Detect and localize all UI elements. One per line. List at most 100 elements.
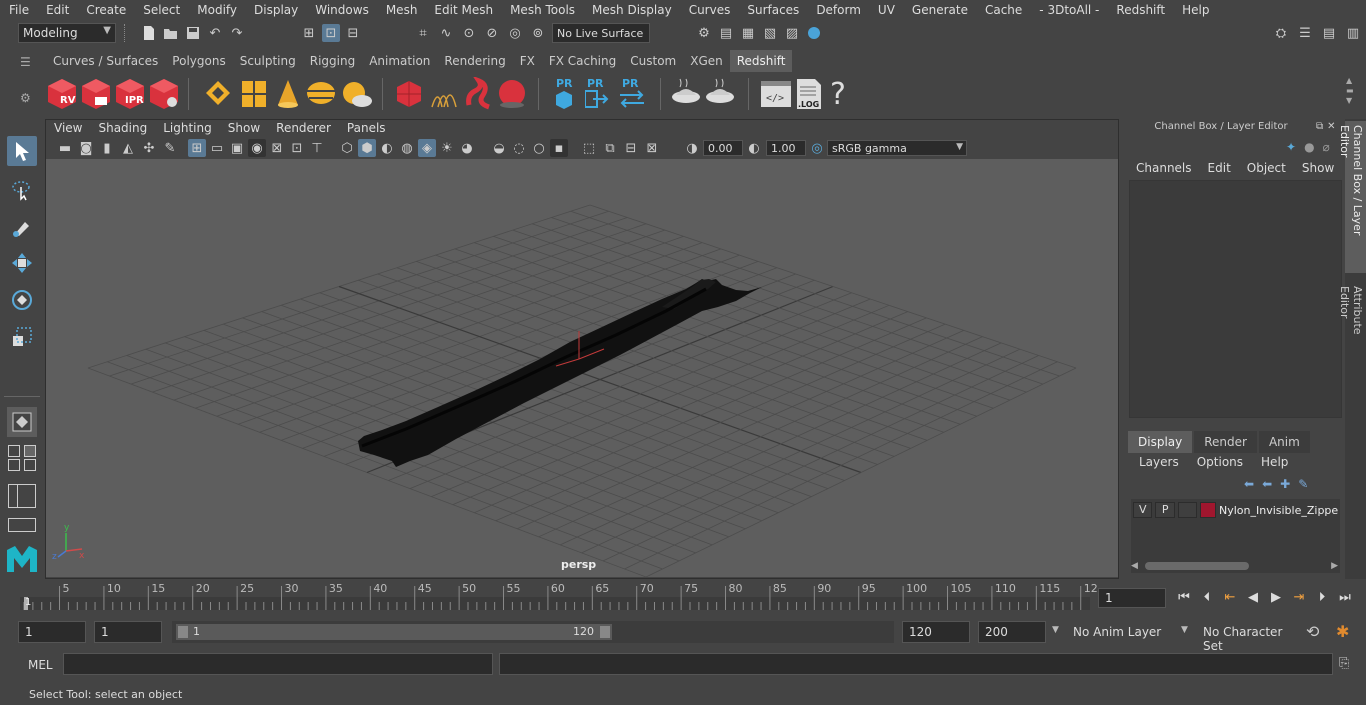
live-surface-field[interactable]: No Live Surface: [552, 23, 650, 43]
snap-curve-icon[interactable]: ∿: [437, 24, 455, 42]
open-scene-icon[interactable]: [162, 24, 180, 42]
exposure-field[interactable]: 0.00: [703, 140, 743, 156]
animation-start-field[interactable]: 1: [18, 621, 86, 643]
step-back-frame-icon[interactable]: ⏴: [1198, 589, 1216, 605]
chevron-down-icon[interactable]: ▼: [1052, 625, 1059, 635]
menu-edit-mesh[interactable]: Edit Mesh: [425, 3, 501, 17]
auto-key-icon[interactable]: ⟲: [1306, 622, 1319, 641]
snap-surface-icon[interactable]: ◎: [506, 24, 524, 42]
command-language-label[interactable]: MEL: [28, 658, 53, 672]
wireframe-icon[interactable]: ⬡: [338, 139, 356, 157]
tab-curves-surfaces[interactable]: Curves / Surfaces: [46, 50, 165, 72]
use-all-lights-icon[interactable]: ◈: [418, 139, 436, 157]
graph-layout-icon[interactable]: [8, 518, 36, 532]
redshift-render-settings-icon[interactable]: [148, 77, 180, 111]
manipulator-icon[interactable]: ✦: [1286, 140, 1296, 154]
scroll-right-icon[interactable]: ▶: [1331, 561, 1338, 571]
menu-cache[interactable]: Cache: [976, 3, 1030, 17]
redshift-script-icon[interactable]: </>: [760, 77, 792, 111]
play-backwards-icon[interactable]: ◀: [1244, 589, 1262, 605]
range-end-handle[interactable]: [600, 626, 610, 638]
field-chart-icon[interactable]: ⊠: [268, 139, 286, 157]
cb-menu-object[interactable]: Object: [1239, 161, 1294, 175]
grid-icon[interactable]: ⊞: [188, 139, 206, 157]
filter-icon[interactable]: ⌀: [1323, 140, 1330, 154]
step-forward-frame-icon[interactable]: ⏵: [1313, 589, 1331, 605]
play-forwards-icon[interactable]: ▶: [1267, 589, 1285, 605]
outliner-layout-icon[interactable]: [8, 484, 36, 508]
two-d-pan-icon[interactable]: ✣: [140, 139, 158, 157]
layer-menu-options[interactable]: Options: [1188, 455, 1252, 469]
xray-joints-icon[interactable]: ⧉: [601, 139, 619, 157]
make-live-icon[interactable]: ⊚: [529, 24, 547, 42]
depth-of-field-icon[interactable]: ○: [530, 139, 548, 157]
cb-menu-show[interactable]: Show: [1294, 161, 1342, 175]
redshift-pr-export-icon[interactable]: PR: [583, 77, 615, 111]
menu-mesh-display[interactable]: Mesh Display: [583, 3, 680, 17]
anti-aliasing-icon[interactable]: ◌: [510, 139, 528, 157]
move-tool-icon[interactable]: [7, 248, 37, 278]
shelf-menu-icon[interactable]: ☰: [20, 55, 34, 69]
color-space-dropdown[interactable]: sRGB gamma ▼: [827, 140, 967, 156]
tab-anim-layers[interactable]: Anim: [1258, 431, 1310, 453]
camera-select-icon[interactable]: ▬: [56, 139, 74, 157]
help-icon[interactable]: ?: [830, 77, 862, 112]
scroll-left-icon[interactable]: ◀: [1131, 561, 1138, 571]
wireframe-on-shaded-icon[interactable]: ◐: [378, 139, 396, 157]
camera-attributes-icon[interactable]: ◙: [77, 139, 95, 157]
tab-fx[interactable]: FX: [513, 50, 542, 72]
channel-list[interactable]: [1129, 180, 1342, 418]
xray-icon[interactable]: ⬚: [580, 139, 598, 157]
layer-display-type-toggle[interactable]: [1177, 502, 1198, 518]
tab-fx-caching[interactable]: FX Caching: [542, 50, 623, 72]
tab-custom[interactable]: Custom: [623, 50, 683, 72]
layer-row[interactable]: V P Nylon_Invisible_Zipper: [1133, 501, 1339, 519]
snap-grid-icon[interactable]: ⌗: [414, 24, 432, 42]
redshift-bake-icon[interactable]: [670, 77, 702, 111]
color-management-icon[interactable]: ◎: [808, 139, 826, 157]
tool-settings-icon[interactable]: ▤: [1320, 24, 1338, 42]
vp-menu-renderer[interactable]: Renderer: [268, 120, 339, 138]
redshift-render-view-icon[interactable]: RV: [46, 77, 78, 111]
menu-select[interactable]: Select: [134, 3, 188, 17]
gamma-field[interactable]: 1.00: [766, 140, 806, 156]
select-tool-icon[interactable]: [7, 136, 37, 166]
menu-curves[interactable]: Curves: [680, 3, 739, 17]
vp-menu-lighting[interactable]: Lighting: [155, 120, 220, 138]
four-view-layout-icon[interactable]: [8, 445, 38, 471]
modeling-toolkit-icon[interactable]: ⛭: [1272, 24, 1290, 42]
shadows-icon[interactable]: ☀: [438, 139, 456, 157]
select-hierarchy-icon[interactable]: ⊞: [300, 24, 318, 42]
new-scene-icon[interactable]: [140, 24, 158, 42]
menu-mesh-tools[interactable]: Mesh Tools: [501, 3, 583, 17]
menu-help[interactable]: Help: [1173, 3, 1217, 17]
mode-selector[interactable]: Modeling ▼: [18, 23, 116, 43]
attribute-editor-icon[interactable]: ☰: [1296, 24, 1314, 42]
redshift-dome-light-icon[interactable]: [305, 77, 337, 111]
motion-blur-icon[interactable]: ◒: [490, 139, 508, 157]
select-object-icon[interactable]: ⊡: [322, 24, 340, 42]
cb-menu-edit[interactable]: Edit: [1200, 161, 1239, 175]
close-icon[interactable]: ✕: [1327, 121, 1335, 132]
layer-color-swatch[interactable]: [1200, 502, 1216, 518]
step-forward-key-icon[interactable]: ⇥: [1290, 589, 1308, 605]
redshift-area-light-icon[interactable]: [238, 77, 270, 111]
menu-mesh[interactable]: Mesh: [377, 3, 426, 17]
menu-redshift[interactable]: Redshift: [1107, 3, 1173, 17]
tab-polygons[interactable]: Polygons: [165, 50, 232, 72]
render-globals-icon[interactable]: ▨: [783, 24, 801, 42]
perspective-viewport[interactable]: x y z persp: [46, 159, 1118, 577]
command-input[interactable]: [63, 653, 493, 675]
layer-menu-help[interactable]: Help: [1252, 455, 1297, 469]
menu-display[interactable]: Display: [245, 3, 306, 17]
safe-action-icon[interactable]: ⊡: [288, 139, 306, 157]
rotate-tool-icon[interactable]: [7, 285, 37, 315]
tab-xgen[interactable]: XGen: [683, 50, 730, 72]
tab-animation[interactable]: Animation: [362, 50, 437, 72]
gate-mask-icon[interactable]: ◉: [248, 139, 266, 157]
screen-space-ao-icon[interactable]: ◕: [458, 139, 476, 157]
hypershade-icon[interactable]: [805, 24, 823, 42]
step-back-key-icon[interactable]: ⇤: [1221, 589, 1239, 605]
animation-preferences-icon[interactable]: ✱: [1336, 622, 1349, 641]
menu-uv[interactable]: UV: [869, 3, 903, 17]
